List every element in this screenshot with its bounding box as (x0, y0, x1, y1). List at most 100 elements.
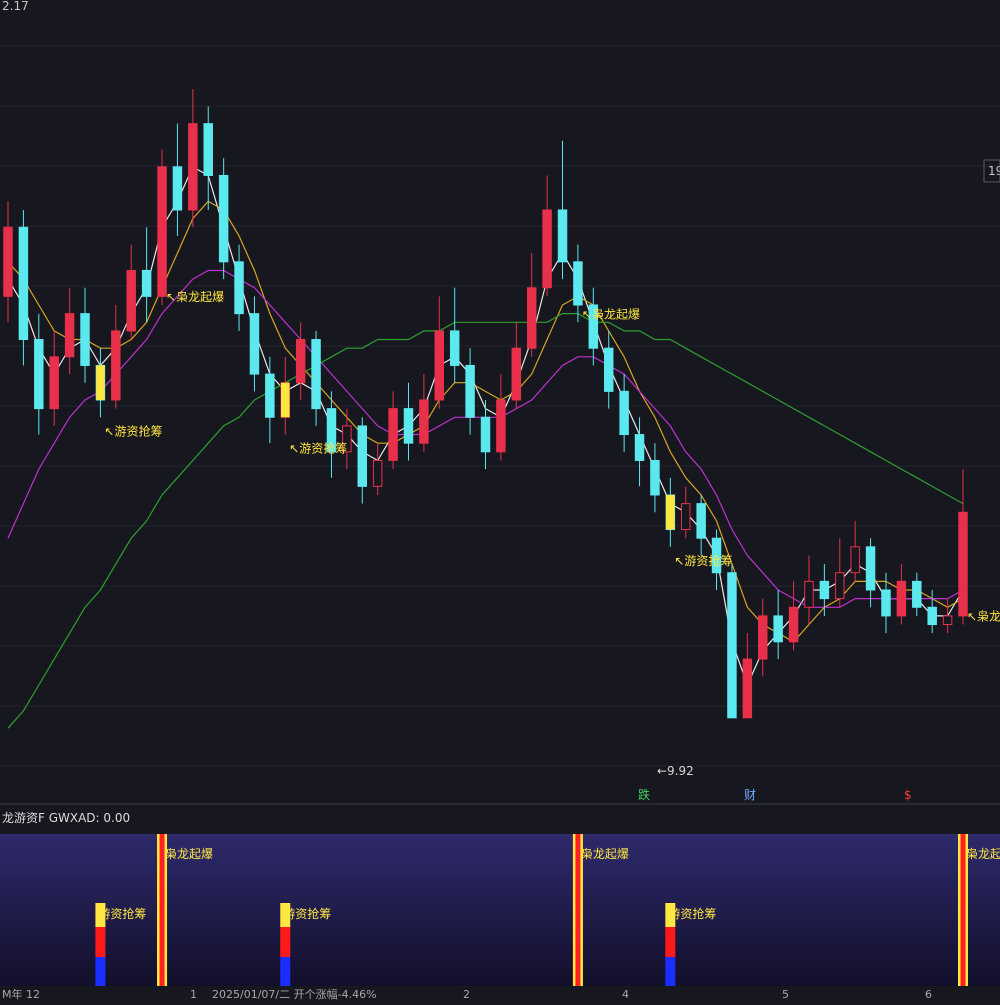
candle-body (141, 269, 152, 297)
candle-body (311, 339, 321, 410)
candle-body (188, 123, 198, 211)
time-axis-left: M年 12 (2, 987, 40, 1000)
candle-body (742, 658, 753, 719)
boom-bar-label: 枭龙起爆 (165, 846, 213, 861)
signal-label: ↖游资抢筹 (289, 441, 347, 456)
candle-body (511, 347, 522, 401)
candle-body (403, 408, 414, 444)
grab-bar-red (665, 927, 676, 957)
candle-body (249, 313, 260, 375)
candle-body (804, 580, 814, 608)
month-tick: 4 (622, 988, 629, 1000)
candle-body (419, 399, 429, 444)
candle-body (172, 166, 183, 211)
grab-bar-label: 游资抢筹 (283, 906, 331, 921)
signal-label: ↖游资抢筹 (104, 423, 162, 438)
candle-body (865, 546, 876, 591)
candle-body (634, 434, 645, 461)
candle-body (234, 261, 244, 315)
candle-body (18, 226, 29, 341)
signal-label: ↖枭龙起爆 (582, 306, 640, 321)
kline-chart[interactable]: ↖游资抢筹 ↖枭龙起爆 ↖游资抢筹 ↖枭龙起爆 ↖游资抢筹 ↖枭龙起 2.17 19 ←9… (0, 0, 1000, 1001)
time-axis (0, 986, 1000, 1000)
candle-body (295, 339, 306, 384)
candle-body (372, 459, 383, 487)
candle-body (465, 364, 475, 418)
candle-body (542, 209, 552, 289)
candle-body (3, 226, 13, 297)
cursor-date-text: 2025/01/07/二 开个涨幅-4.46% (212, 988, 377, 1000)
candle-body (218, 174, 229, 263)
grab-bar-blue (95, 957, 106, 986)
candle-body (203, 123, 213, 176)
indicator-header: 龙游资F GWXAD: 0.00 (2, 811, 130, 825)
candle-body (49, 356, 59, 410)
candle-body (958, 511, 968, 617)
candle-body (881, 589, 891, 617)
grab-bar-label: 游资抢筹 (668, 906, 716, 921)
boom-bar-edge (958, 834, 961, 986)
candle-body (819, 580, 830, 600)
event-tag-dollar[interactable]: $ (904, 788, 912, 802)
candle-body (526, 287, 537, 349)
candle-body (850, 546, 860, 574)
candle-body (758, 615, 768, 660)
grab-bar-blue (280, 957, 291, 986)
candle-body (265, 373, 275, 418)
candle-body (681, 503, 691, 531)
candle-body (80, 313, 90, 366)
candle-body (557, 209, 568, 263)
price-top-label: 2.17 (2, 0, 29, 13)
candle[interactable] (727, 564, 737, 719)
boom-bar-label: 枭龙起爆 (966, 846, 1000, 861)
candle-body (650, 459, 660, 496)
candle-body (480, 416, 491, 453)
boom-bar-label: 枭龙起爆 (581, 846, 629, 861)
candle-body (942, 615, 953, 626)
month-tick: 2 (463, 988, 470, 1000)
candle[interactable] (157, 149, 167, 305)
signal-label: ↖游资抢筹 (674, 553, 732, 568)
boom-bar-edge (572, 834, 576, 986)
stock-chart-window: ↖游资抢筹 ↖枭龙起爆 ↖游资抢筹 ↖枭龙起爆 ↖游资抢筹 ↖枭龙起 2.17 19 ←9… (0, 0, 1000, 1001)
grab-bar-label: 游资抢筹 (98, 906, 146, 921)
signal-label: ↖枭龙起 (967, 609, 1000, 624)
candle-body (696, 503, 706, 539)
candle-body (111, 330, 121, 401)
signal-marker (666, 495, 675, 530)
event-tag-die[interactable]: 跌 (638, 787, 650, 802)
candle-body (434, 330, 445, 401)
low-price-label: ←9.92 (657, 764, 694, 778)
candle-body (357, 425, 368, 487)
month-tick: 5 (782, 988, 789, 1000)
candle-body (126, 269, 136, 332)
grab-bar-red (280, 927, 291, 957)
signal-label: ↖枭龙起爆 (166, 289, 224, 304)
candle[interactable] (218, 158, 229, 280)
candle-body (835, 572, 845, 600)
boom-bar-edge (157, 834, 160, 986)
indicator-panel (0, 834, 1000, 986)
candle-body (927, 606, 937, 626)
candle-body (496, 399, 506, 453)
event-tag-cai[interactable]: 财 (744, 788, 756, 802)
signal-marker (96, 365, 105, 400)
candle-body (603, 347, 614, 392)
grab-bar-red (95, 927, 106, 957)
candle-body (619, 390, 629, 436)
month-tick: 6 (925, 988, 932, 1000)
signal-marker (281, 382, 290, 418)
candle-body (388, 408, 398, 461)
candle-body (773, 615, 783, 643)
grab-bar-blue (665, 957, 676, 986)
candle-body (64, 313, 75, 358)
candle-body (896, 580, 907, 617)
candle-body (157, 166, 167, 297)
candle-body (788, 606, 799, 643)
candle-body (573, 261, 583, 306)
candle-body (727, 572, 737, 719)
price-right-label: 19 (988, 164, 1000, 178)
candle-body (912, 580, 922, 608)
candle-body (34, 339, 44, 410)
month-tick: 1 (190, 988, 197, 1000)
